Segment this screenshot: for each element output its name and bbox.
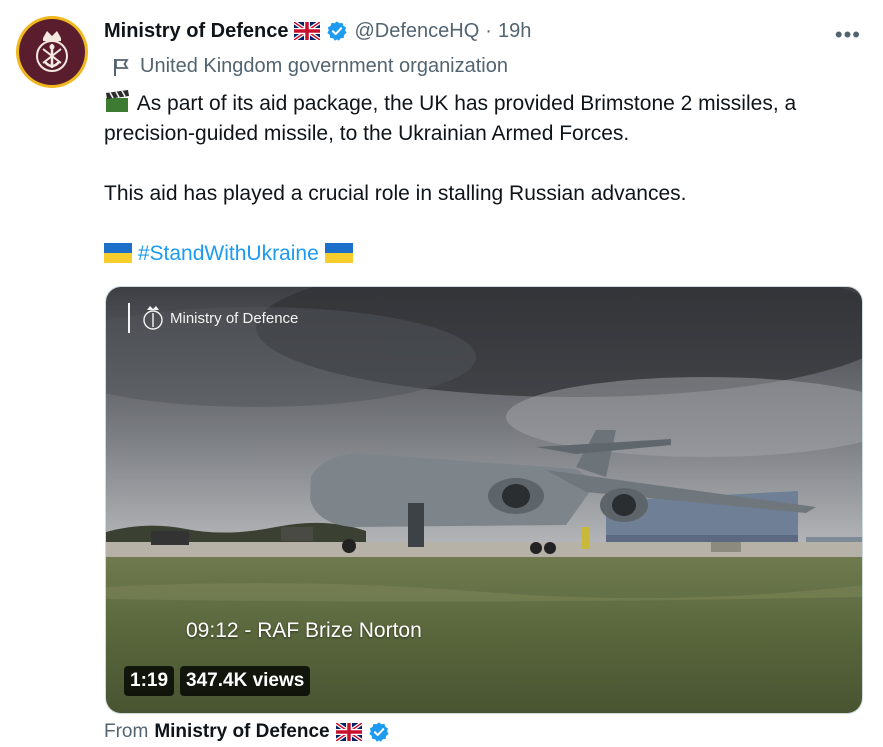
clapper-board-icon: [106, 90, 129, 112]
tweet-paragraph-3: #StandWithUkraine: [104, 239, 864, 269]
video-player[interactable]: Ministry of Defence 09:12 - RAF Brize No…: [105, 286, 863, 714]
separator-dot: ·: [485, 19, 492, 42]
uk-flag-icon: [335, 723, 362, 741]
verified-badge-icon: [327, 21, 348, 41]
affiliation-label[interactable]: United Kingdom government organization: [112, 55, 508, 78]
source-prefix: From: [104, 721, 149, 742]
mod-crest-icon: [36, 31, 68, 72]
uk-flag-icon: [294, 22, 321, 40]
video-watermark: Ministry of Defence: [128, 303, 298, 333]
more-options-icon[interactable]: •••: [835, 22, 861, 48]
author-handle[interactable]: @DefenceHQ: [354, 20, 479, 43]
watermark-text: Ministry of Defence: [170, 309, 299, 327]
avatar[interactable]: [16, 16, 88, 88]
tweet-timestamp[interactable]: 19h: [498, 20, 531, 43]
video-duration: 1:19: [124, 666, 175, 696]
mod-crest-icon: [143, 306, 163, 330]
video-caption: 09:12 - RAF Brize Norton: [186, 619, 422, 642]
tweet-paragraph-1: As part of its aid package, the UK has p…: [104, 89, 864, 149]
hashtag-link[interactable]: #StandWithUkraine: [138, 242, 319, 265]
tweet-line-1: As part of its aid package, the UK has p…: [104, 92, 797, 145]
ukraine-flag-icon: [324, 243, 353, 263]
watermark-divider: [128, 303, 130, 333]
tweet-text: As part of its aid package, the UK has p…: [104, 89, 864, 269]
source-account-link[interactable]: Ministry of Defence: [154, 721, 329, 743]
video-views: 347.4K views: [180, 666, 311, 696]
video-badges: 1:19 347.4K views: [124, 666, 311, 696]
government-flag-icon: [114, 58, 129, 76]
tweet-header: Ministry of Defence @DefenceHQ · 19h: [104, 18, 531, 44]
affiliation-text: United Kingdom government organization: [140, 55, 508, 77]
ukraine-flag-icon: [104, 243, 132, 263]
verified-badge-icon: [368, 722, 389, 742]
video-frame: [106, 287, 862, 713]
author-name[interactable]: Ministry of Defence: [104, 20, 288, 43]
video-source: From Ministry of Defence: [104, 721, 390, 743]
tweet-line-2: This aid has played a crucial role in st…: [104, 182, 687, 205]
